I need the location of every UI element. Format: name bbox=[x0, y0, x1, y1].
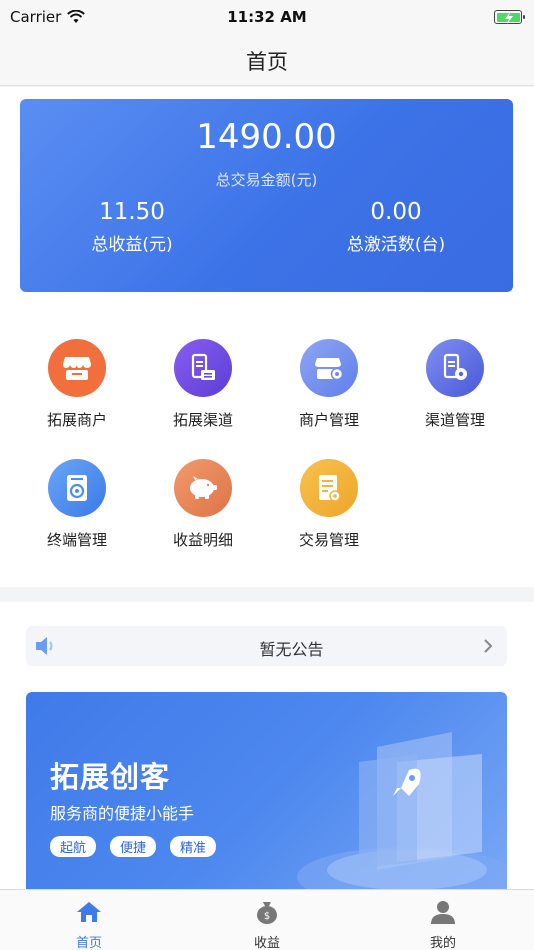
home-icon bbox=[77, 902, 101, 922]
promo-banner[interactable]: 拓展创客 服务商的便捷小能手 起航 便捷 精准 bbox=[26, 692, 507, 902]
activations-label: 总激活数(台) bbox=[346, 235, 446, 255]
tab-label: 首页 bbox=[75, 936, 102, 950]
terminal-settings-icon bbox=[48, 459, 106, 517]
activations-value: 0.00 bbox=[370, 199, 422, 225]
banner-tag: 便捷 bbox=[110, 836, 157, 857]
activations-stat: 0.00 总激活数(台) bbox=[296, 199, 496, 255]
banner-tag: 精准 bbox=[170, 836, 217, 857]
money-bag-icon: $ bbox=[257, 902, 277, 924]
user-icon bbox=[431, 901, 455, 924]
status-bar: Carrier 11:32 AM bbox=[0, 0, 534, 34]
menu-item-income-details[interactable]: 收益明细 bbox=[153, 459, 253, 550]
menu-item-label: 拓展商户 bbox=[46, 411, 107, 429]
menu-item-label: 渠道管理 bbox=[424, 411, 485, 429]
battery-icon bbox=[494, 10, 525, 24]
menu-item-expand-merchant[interactable]: 拓展商户 bbox=[27, 339, 127, 430]
summary-card: 1490.00 总交易金额(元) 11.50 总收益(元) 0.00 总激活数(… bbox=[20, 99, 513, 292]
main-panel: 1490.00 总交易金额(元) 11.50 总收益(元) 0.00 总激活数(… bbox=[0, 87, 534, 587]
tab-profile[interactable]: 我的 bbox=[388, 898, 498, 950]
banner-subtitle: 服务商的便捷小能手 bbox=[50, 804, 195, 823]
tab-label: 我的 bbox=[429, 936, 456, 950]
tab-label: 收益 bbox=[253, 936, 280, 950]
menu-item-merchant-management[interactable]: 商户管理 bbox=[279, 339, 379, 430]
tab-income[interactable]: $ 收益 bbox=[212, 898, 322, 950]
menu-item-label: 拓展渠道 bbox=[172, 411, 233, 429]
page-title: 首页 bbox=[246, 50, 288, 74]
channel-settings-icon bbox=[426, 339, 484, 397]
income-label: 总收益(元) bbox=[91, 235, 173, 255]
store-settings-icon bbox=[300, 339, 358, 397]
menu-item-channel-management[interactable]: 渠道管理 bbox=[405, 339, 505, 430]
total-amount-label: 总交易金额(元) bbox=[215, 171, 318, 189]
menu-item-label: 商户管理 bbox=[298, 411, 359, 429]
notice-text: 暂无公告 bbox=[259, 640, 324, 659]
chevron-right-icon bbox=[484, 639, 493, 653]
svg-text:$: $ bbox=[264, 911, 270, 922]
income-stat: 11.50 总收益(元) bbox=[32, 199, 232, 255]
menu-item-transaction-management[interactable]: 交易管理 bbox=[279, 459, 379, 550]
store-icon bbox=[48, 339, 106, 397]
menu-item-label: 终端管理 bbox=[46, 531, 107, 549]
piggy-bank-icon bbox=[174, 459, 232, 517]
tab-bar: 首页 $ 收益 我的 bbox=[0, 889, 534, 950]
banner-tags: 起航 便捷 精准 bbox=[50, 836, 217, 857]
notice-bar[interactable]: 暂无公告 bbox=[26, 626, 507, 666]
rocket-illustration bbox=[297, 732, 507, 902]
navigation-bar: 首页 bbox=[0, 34, 534, 86]
banner-tag: 起航 bbox=[50, 836, 97, 857]
menu-item-terminal-management[interactable]: 终端管理 bbox=[27, 459, 127, 550]
income-value: 11.50 bbox=[99, 199, 165, 225]
channel-device-icon bbox=[174, 339, 232, 397]
menu-item-expand-channel[interactable]: 拓展渠道 bbox=[153, 339, 253, 430]
notice-section: 暂无公告 拓展创客 服务商的便捷小能手 起航 便捷 精准 bbox=[0, 602, 534, 902]
menu-item-label: 收益明细 bbox=[172, 531, 233, 549]
total-amount-value: 1490.00 bbox=[196, 117, 337, 157]
banner-title: 拓展创客 bbox=[50, 760, 171, 794]
status-time: 11:32 AM bbox=[227, 8, 307, 26]
document-settings-icon bbox=[300, 459, 358, 517]
menu-item-label: 交易管理 bbox=[298, 531, 359, 549]
tab-home[interactable]: 首页 bbox=[34, 898, 144, 950]
